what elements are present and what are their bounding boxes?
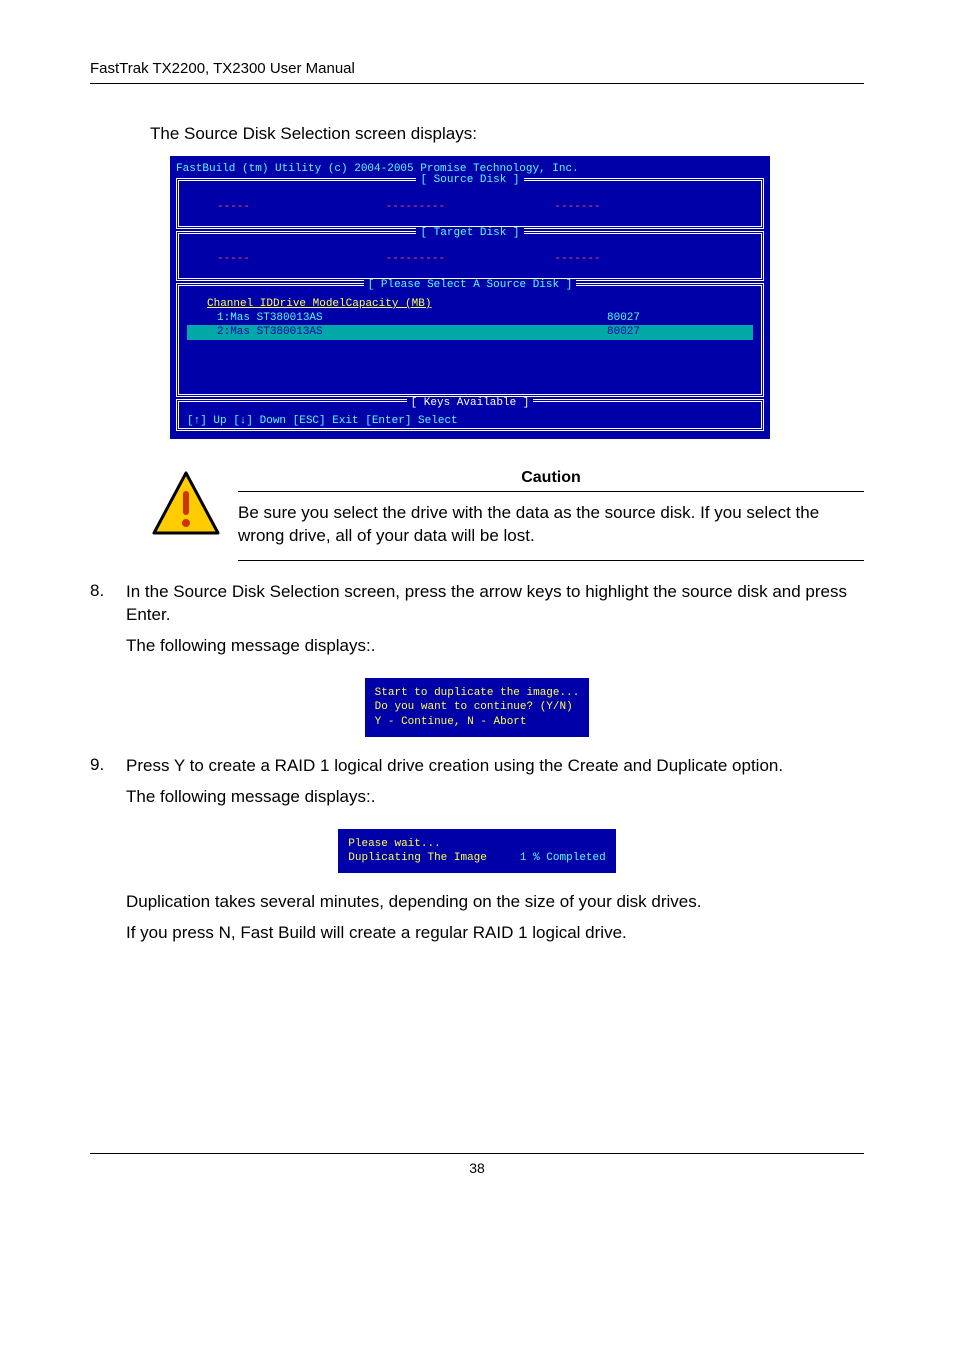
header-divider <box>90 83 864 84</box>
caution-divider-bottom <box>238 560 864 561</box>
caution-title: Caution <box>238 469 864 487</box>
table-row: 1:Mas ST380013AS 80027 <box>187 311 753 325</box>
footer-divider <box>90 1153 864 1154</box>
caution-text: Be sure you select the drive with the da… <box>238 502 864 548</box>
page-footer: 38 <box>90 1153 864 1176</box>
page-number: 38 <box>469 1160 485 1176</box>
caution-callout: Caution Be sure you select the drive wit… <box>150 469 864 561</box>
bios-table-header: Channel ID Drive Model Capacity (MB) <box>187 297 753 311</box>
bios-source-title: [ Source Disk ] <box>416 174 523 186</box>
step-text: Duplication takes several minutes, depen… <box>126 891 864 914</box>
bios-target-empty-row: --------------------- <box>187 244 753 274</box>
step-9-cont: Duplication takes several minutes, depen… <box>90 891 864 953</box>
step-number: 9. <box>90 755 126 817</box>
step-text: If you press N, Fast Build will create a… <box>126 922 864 945</box>
step-9: 9. Press Y to create a RAID 1 logical dr… <box>90 755 864 817</box>
step-text: Press Y to create a RAID 1 logical drive… <box>126 755 864 778</box>
warning-icon <box>150 469 222 546</box>
bios-message-1: Start to duplicate the image... Do you w… <box>363 676 592 739</box>
page-header: FastTrak TX2200, TX2300 User Manual <box>90 60 864 77</box>
bios-source-empty-row: --------------------- <box>187 192 753 222</box>
bios-select-title: [ Please Select A Source Disk ] <box>364 279 577 291</box>
caution-divider-top <box>238 491 864 492</box>
bios-target-title: [ Target Disk ] <box>416 227 523 239</box>
step-number: 8. <box>90 581 126 666</box>
intro-text: The Source Disk Selection screen display… <box>150 124 864 144</box>
step-8: 8. In the Source Disk Selection screen, … <box>90 581 864 666</box>
step-text: In the Source Disk Selection screen, pre… <box>126 581 864 627</box>
bios-keys-title: [ Keys Available ] <box>407 397 534 409</box>
bios-screenshot: FastBuild (tm) Utility (c) 2004-2005 Pro… <box>170 156 770 439</box>
bios-keys-line: [↑] Up [↓] Down [ESC] Exit [Enter] Selec… <box>187 414 753 428</box>
step-text: The following message displays:. <box>126 786 864 809</box>
bios-target-box: [ Target Disk ] --------------------- <box>176 231 764 282</box>
bios-source-box: [ Source Disk ] --------------------- <box>176 178 764 229</box>
step-text: The following message displays:. <box>126 635 864 658</box>
table-row-highlighted: 2:Mas ST380013AS 80027 <box>187 325 753 339</box>
bios-select-box: [ Please Select A Source Disk ] Channel … <box>176 283 764 396</box>
bios-keys-box: [ Keys Available ] [↑] Up [↓] Down [ESC]… <box>176 399 764 432</box>
bios-message-2: Please wait... Duplicating The Image 1 %… <box>336 827 617 876</box>
